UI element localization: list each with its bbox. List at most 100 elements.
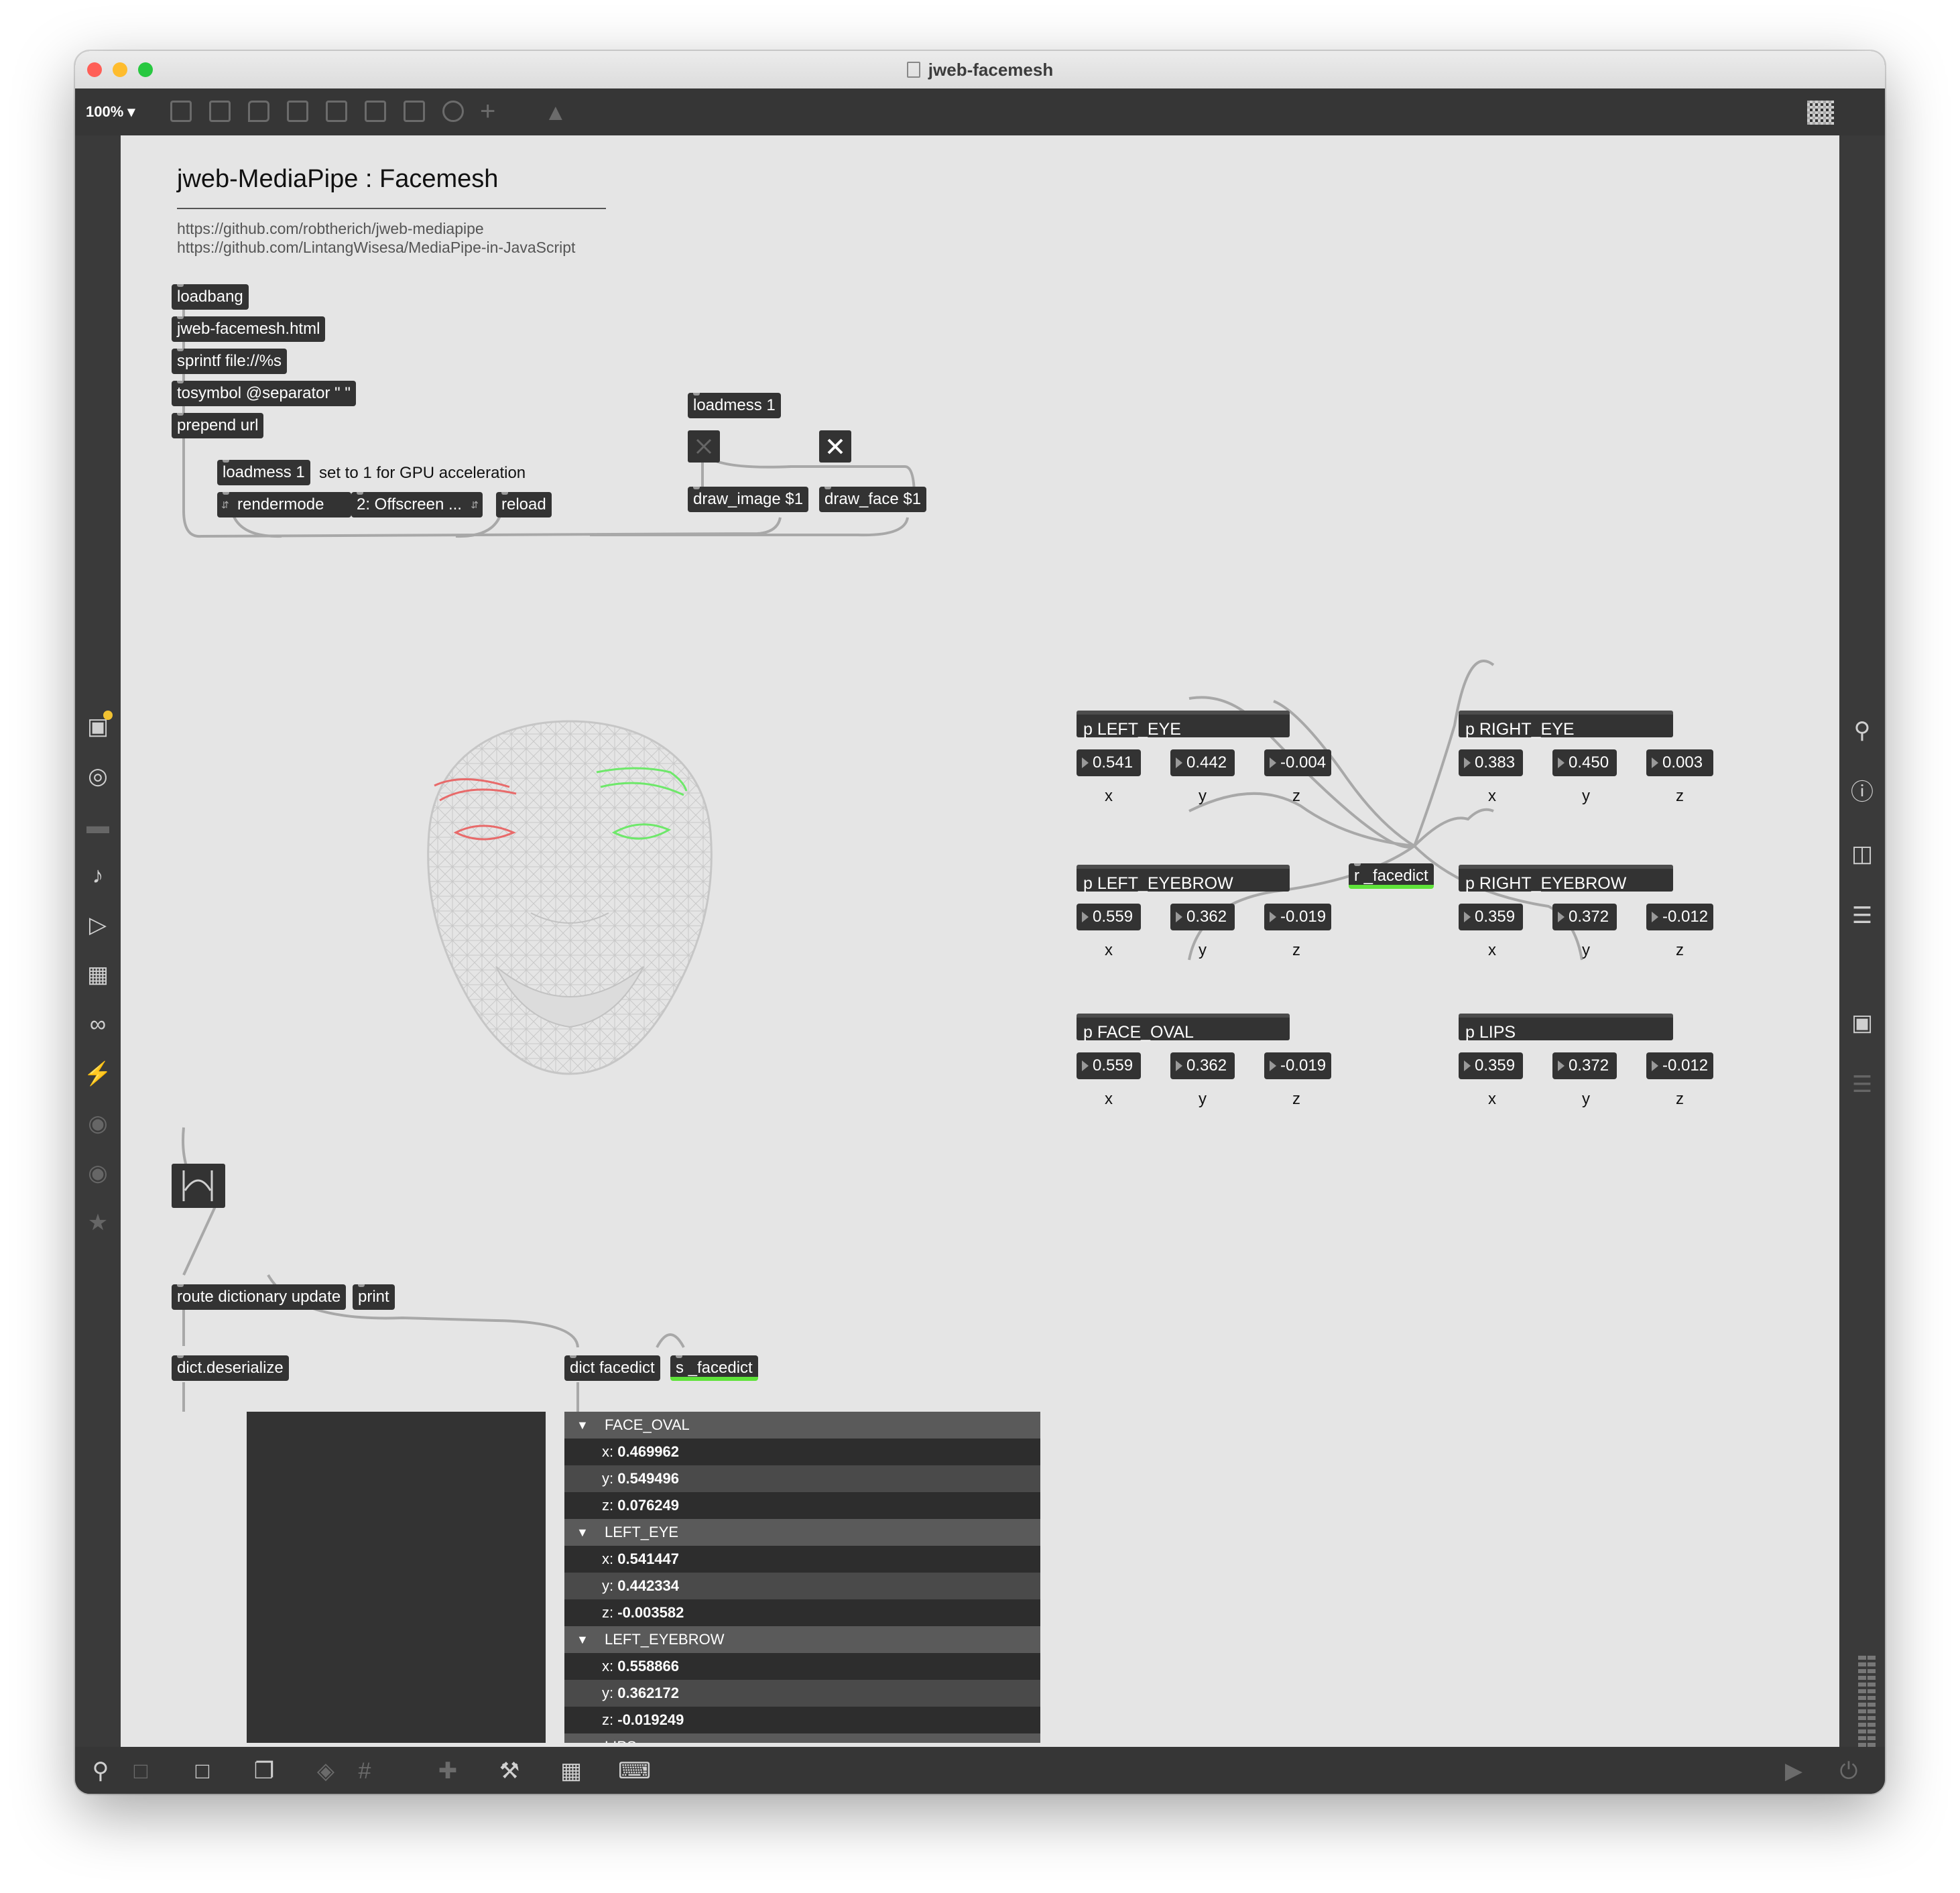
- add-object-icon[interactable]: ✚: [433, 1756, 463, 1786]
- presentation-icon[interactable]: ▬: [75, 812, 121, 839]
- draw-image-toggle[interactable]: [688, 430, 720, 463]
- sprintf-object[interactable]: sprintf file://%s: [172, 349, 288, 374]
- packages-icon[interactable]: ▣: [75, 711, 121, 740]
- new-number-icon[interactable]: [365, 101, 386, 122]
- tosymbol-object[interactable]: tosymbol @separator " ": [172, 381, 356, 406]
- dict-value-key: z:: [602, 1711, 614, 1728]
- dict-key-left-eye[interactable]: LEFT_EYE: [564, 1519, 1040, 1546]
- plug-icon[interactable]: ⚡: [75, 1060, 121, 1087]
- music-note-icon[interactable]: ♪: [75, 862, 121, 889]
- new-slider-icon[interactable]: [404, 101, 425, 122]
- loadmess-gpu-object[interactable]: loadmess 1: [217, 460, 310, 485]
- bpatcher-icon[interactable]: ◉: [75, 1160, 121, 1186]
- p-left-eye[interactable]: p LEFT_EYE: [1077, 711, 1290, 739]
- draw-face-toggle[interactable]: [819, 430, 851, 463]
- lock-icon[interactable]: ⚲: [86, 1756, 115, 1786]
- play-icon[interactable]: ▶: [1779, 1756, 1809, 1786]
- dict-facedict-object[interactable]: dict facedict: [564, 1355, 660, 1381]
- presentation-icon[interactable]: □: [188, 1756, 217, 1786]
- send-facedict-object[interactable]: s _facedict: [670, 1355, 758, 1381]
- star-icon[interactable]: ★: [75, 1209, 121, 1236]
- image-icon[interactable]: ▦: [75, 961, 121, 988]
- piano-icon[interactable]: ▦: [556, 1756, 586, 1786]
- right-eye-z[interactable]: 0.003: [1646, 749, 1713, 776]
- html-filename-message[interactable]: jweb-facemesh.html: [172, 316, 326, 342]
- right-eyebrow-z[interactable]: -0.012: [1646, 904, 1713, 930]
- right-eye-x[interactable]: 0.383: [1459, 749, 1523, 776]
- new-comment-icon[interactable]: [248, 101, 269, 122]
- left-eyebrow-x[interactable]: 0.559: [1077, 904, 1141, 930]
- left-eyebrow-z[interactable]: -0.019: [1264, 904, 1331, 930]
- dict-key-left-eyebrow[interactable]: LEFT_EYEBROW: [564, 1626, 1040, 1653]
- p-face-oval[interactable]: p FACE_OVAL: [1077, 1014, 1290, 1042]
- new-dial-icon[interactable]: [442, 101, 464, 122]
- rendermode-umenu[interactable]: 2: Offscreen ... ⇵: [351, 492, 483, 517]
- left-eye-y[interactable]: 0.442: [1170, 749, 1235, 776]
- dict-deserialize-object[interactable]: dict.deserialize: [172, 1355, 289, 1381]
- list-icon[interactable]: ☰: [1839, 902, 1885, 929]
- p-right-eye[interactable]: p RIGHT_EYE: [1459, 711, 1673, 739]
- face-oval-x[interactable]: 0.559: [1077, 1052, 1141, 1079]
- keyboard-icon[interactable]: ⌨: [618, 1756, 651, 1786]
- windows-icon[interactable]: ❐: [249, 1756, 279, 1786]
- dict-view[interactable]: FACE_OVAL x: 0.469962 y: 0.549496 z: 0.0…: [564, 1412, 1040, 1743]
- right-eyebrow-x[interactable]: 0.359: [1459, 904, 1523, 930]
- plus-icon[interactable]: +: [480, 98, 495, 125]
- left-eyebrow-y[interactable]: 0.362: [1170, 904, 1235, 930]
- dict-key-face-oval[interactable]: FACE_OVAL: [564, 1412, 1040, 1439]
- face-oval-z[interactable]: -0.019: [1264, 1052, 1331, 1079]
- mute-icon[interactable]: ◈: [311, 1756, 341, 1786]
- left-eye-z[interactable]: -0.004: [1264, 749, 1331, 776]
- select-icon[interactable]: □: [126, 1756, 156, 1786]
- link-mediapipe-js[interactable]: https://github.com/LintangWisesa/MediaPi…: [177, 239, 575, 257]
- loadbang-object[interactable]: loadbang: [172, 284, 249, 310]
- prepend-url-object[interactable]: prepend url: [172, 413, 264, 438]
- new-object-icon[interactable]: [170, 101, 192, 122]
- info-icon[interactable]: ⓘ: [1839, 779, 1885, 806]
- patcher-canvas[interactable]: jweb-MediaPipe : Facemesh https://github…: [121, 135, 1839, 1747]
- grid-icon[interactable]: #: [350, 1756, 379, 1786]
- left-eye-x[interactable]: 0.541: [1077, 749, 1141, 776]
- dict-value-key: z:: [602, 1604, 614, 1621]
- loadmess-draw-object[interactable]: loadmess 1: [688, 393, 781, 418]
- jweb-browser-panel[interactable]: [247, 1412, 546, 1743]
- lips-x[interactable]: 0.359: [1459, 1052, 1523, 1079]
- zoom-menu[interactable]: 100% ▾: [86, 103, 135, 121]
- grid-view-icon[interactable]: [1807, 101, 1834, 125]
- link-jweb-mediapipe[interactable]: https://github.com/robtherich/jweb-media…: [177, 220, 484, 238]
- columns-icon[interactable]: ◫: [1839, 841, 1885, 867]
- media-icon[interactable]: ▷: [75, 912, 121, 938]
- new-button-icon[interactable]: [287, 101, 308, 122]
- p-right-eyebrow[interactable]: p RIGHT_EYEBROW: [1459, 865, 1673, 893]
- p-lips[interactable]: p LIPS: [1459, 1014, 1673, 1042]
- draw-face-message[interactable]: draw_face $1: [819, 487, 927, 512]
- reload-message[interactable]: reload: [496, 492, 552, 517]
- camera-icon[interactable]: ▣: [1839, 1010, 1885, 1036]
- lips-z[interactable]: -0.012: [1646, 1052, 1713, 1079]
- dict-value-key: y:: [602, 1470, 614, 1487]
- dict-value-key: x:: [602, 1443, 614, 1460]
- power-icon[interactable]: ⏻: [1834, 1756, 1863, 1786]
- route-object[interactable]: route dictionary update: [172, 1284, 347, 1310]
- target-icon[interactable]: ◎: [75, 763, 121, 790]
- mixer-icon[interactable]: ☰: [1839, 1071, 1885, 1098]
- heading-divider: [177, 208, 606, 209]
- rendermode-message[interactable]: rendermode ⇵: [217, 492, 351, 517]
- print-object[interactable]: print: [353, 1284, 395, 1310]
- search-icon[interactable]: ⚲: [1839, 717, 1885, 744]
- receive-facedict-object[interactable]: r _facedict: [1349, 863, 1434, 889]
- vimeo-icon[interactable]: ◉: [75, 1110, 121, 1137]
- lips-y[interactable]: 0.372: [1552, 1052, 1617, 1079]
- right-eyebrow-y[interactable]: 0.372: [1552, 904, 1617, 930]
- p-left-eyebrow[interactable]: p LEFT_EYEBROW: [1077, 865, 1290, 893]
- paperclip-icon[interactable]: ∞: [75, 1011, 121, 1038]
- dict-key-lips[interactable]: LIPS: [564, 1733, 1040, 1743]
- inlet-patch-box[interactable]: [172, 1164, 225, 1208]
- new-toggle-icon[interactable]: [326, 101, 347, 122]
- wrench-icon[interactable]: ⚒: [495, 1756, 524, 1786]
- draw-image-message[interactable]: draw_image $1: [688, 487, 809, 512]
- new-message-icon[interactable]: [209, 101, 231, 122]
- paint-bucket-icon[interactable]: ▲: [544, 99, 567, 126]
- right-eye-y[interactable]: 0.450: [1552, 749, 1617, 776]
- face-oval-y[interactable]: 0.362: [1170, 1052, 1235, 1079]
